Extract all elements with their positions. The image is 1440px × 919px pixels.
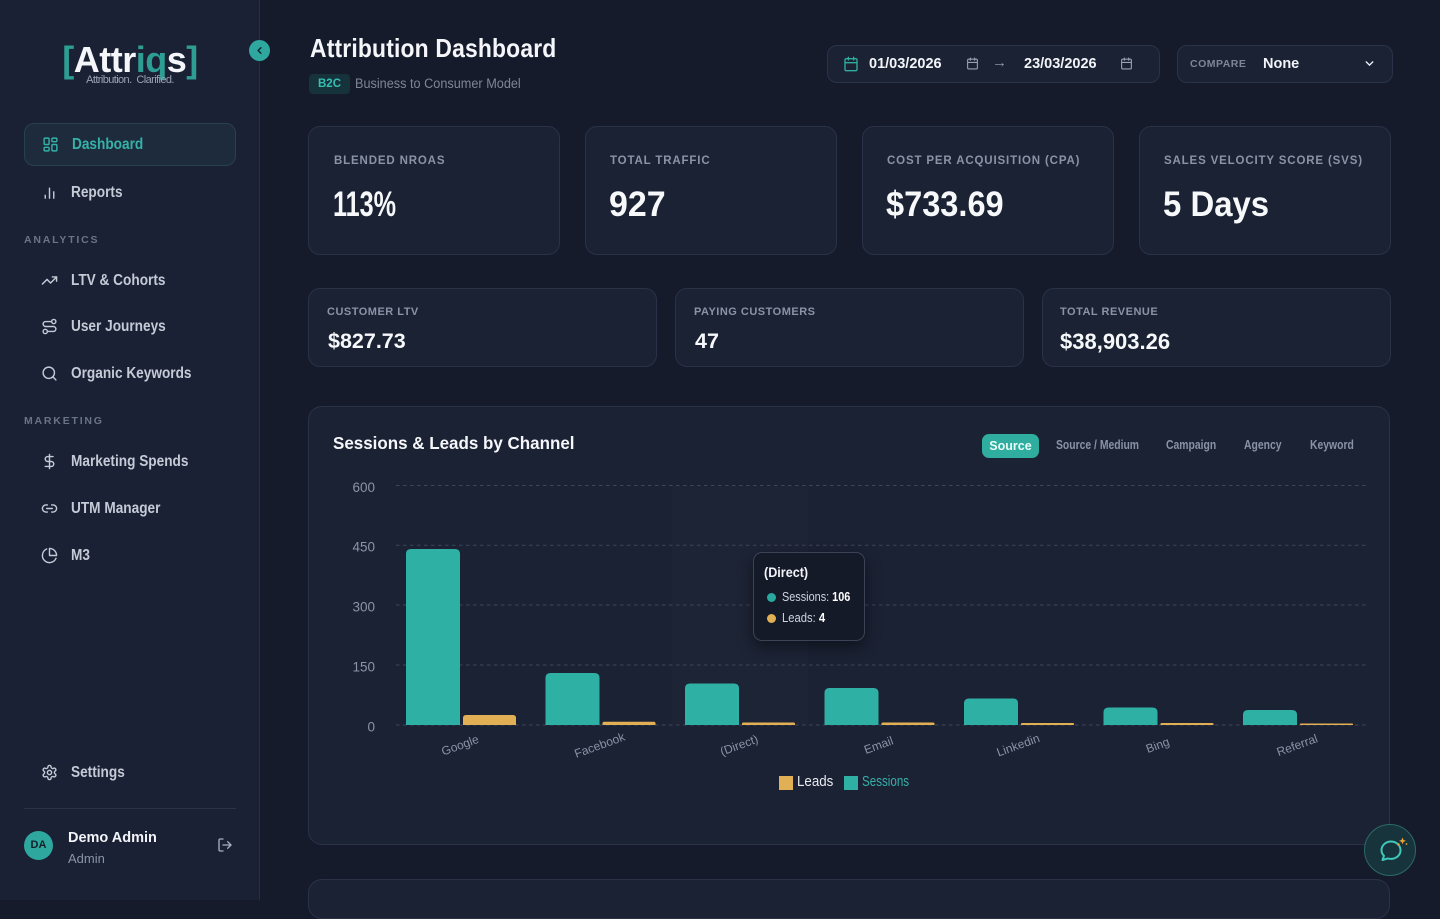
svg-text:Email: Email bbox=[862, 734, 895, 757]
svg-text:(Direct): (Direct) bbox=[718, 732, 760, 759]
svg-text:Google: Google bbox=[440, 732, 481, 759]
svg-text:Linkedin: Linkedin bbox=[995, 731, 1042, 759]
svg-text:450: 450 bbox=[352, 540, 375, 555]
svg-text:300: 300 bbox=[352, 600, 375, 615]
svg-text:600: 600 bbox=[352, 480, 375, 495]
svg-text:Bing: Bing bbox=[1144, 735, 1171, 756]
svg-text:Facebook: Facebook bbox=[572, 729, 627, 761]
svg-text:Referral: Referral bbox=[1275, 731, 1320, 759]
svg-text:150: 150 bbox=[352, 660, 375, 675]
svg-text:0: 0 bbox=[367, 720, 375, 735]
